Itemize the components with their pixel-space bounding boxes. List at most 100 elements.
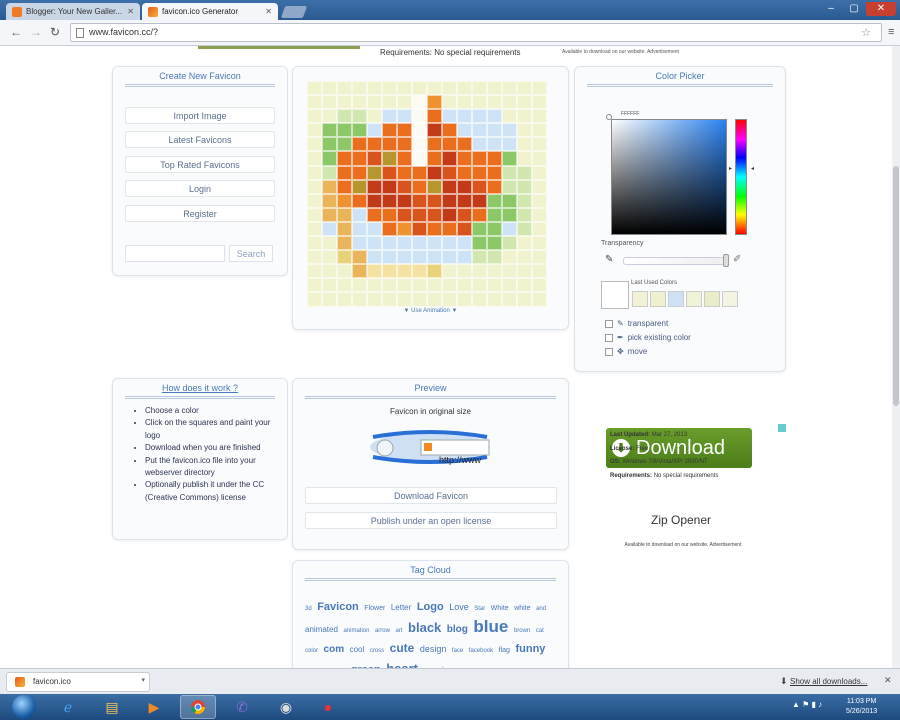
grid-cell[interactable] (322, 95, 337, 110)
grid-cell[interactable] (517, 236, 532, 251)
grid-cell[interactable] (307, 95, 322, 110)
grid-cell[interactable] (412, 264, 427, 279)
tag-link[interactable]: facebook (469, 648, 493, 654)
saturation-value-field[interactable] (611, 119, 727, 235)
grid-cell[interactable] (367, 151, 382, 166)
grid-cell[interactable] (337, 250, 352, 265)
tag-link[interactable]: Flower (364, 605, 385, 612)
top-rated-favicons-button[interactable]: Top Rated Favicons (125, 156, 275, 173)
grid-cell[interactable] (532, 264, 547, 279)
grid-cell[interactable] (532, 278, 547, 293)
grid-cell[interactable] (457, 151, 472, 166)
grid-cell[interactable] (472, 179, 487, 194)
grid-cell[interactable] (517, 123, 532, 138)
grid-cell[interactable] (307, 151, 322, 166)
grid-cell[interactable] (367, 165, 382, 180)
grid-cell[interactable] (517, 264, 532, 279)
grid-cell[interactable] (472, 123, 487, 138)
grid-cell[interactable] (532, 179, 547, 194)
grid-cell[interactable] (337, 123, 352, 138)
grid-cell[interactable] (322, 151, 337, 166)
grid-cell[interactable] (487, 236, 502, 251)
grid-cell[interactable] (427, 250, 442, 265)
grid-cell[interactable] (412, 179, 427, 194)
grid-cell[interactable] (532, 151, 547, 166)
grid-cell[interactable] (352, 278, 367, 293)
grid-cell[interactable] (442, 179, 457, 194)
grid-cell[interactable] (442, 137, 457, 152)
grid-cell[interactable] (442, 165, 457, 180)
ad-product-name[interactable]: Zip Opener (606, 513, 756, 527)
grid-cell[interactable] (427, 81, 442, 96)
file-explorer-icon[interactable]: ▤ (94, 695, 130, 719)
grid-cell[interactable] (352, 95, 367, 110)
grid-cell[interactable] (337, 193, 352, 208)
grid-cell[interactable] (487, 95, 502, 110)
grid-cell[interactable] (352, 81, 367, 96)
grid-cell[interactable] (307, 264, 322, 279)
grid-cell[interactable] (502, 165, 517, 180)
tag-link[interactable]: blog (447, 624, 468, 635)
grid-cell[interactable] (487, 81, 502, 96)
grid-cell[interactable] (487, 137, 502, 152)
tag-link[interactable]: Star (474, 606, 485, 612)
grid-cell[interactable] (397, 109, 412, 124)
media-app-icon[interactable]: ◉ (268, 695, 304, 719)
grid-cell[interactable] (367, 123, 382, 138)
grid-cell[interactable] (487, 165, 502, 180)
grid-cell[interactable] (337, 95, 352, 110)
search-button[interactable]: Search (229, 245, 273, 262)
grid-cell[interactable] (367, 278, 382, 293)
use-animation-link[interactable]: ▼ Use Animation ▼ (293, 308, 568, 314)
grid-cell[interactable] (457, 179, 472, 194)
grid-cell[interactable] (472, 236, 487, 251)
grid-cell[interactable] (457, 292, 472, 307)
grid-cell[interactable] (382, 81, 397, 96)
transparent-checkbox[interactable] (605, 319, 613, 328)
tag-link[interactable]: cat (536, 628, 544, 634)
grid-cell[interactable] (412, 193, 427, 208)
scrollbar-thumb[interactable] (893, 166, 899, 406)
grid-cell[interactable] (442, 123, 457, 138)
tag-link[interactable]: Favicon (317, 601, 359, 613)
grid-cell[interactable] (382, 179, 397, 194)
grid-cell[interactable] (517, 95, 532, 110)
grid-cell[interactable] (472, 137, 487, 152)
grid-cell[interactable] (352, 179, 367, 194)
tab-favicon-generator[interactable]: favicon.ico Generator ✕ (142, 3, 278, 20)
grid-cell[interactable] (367, 193, 382, 208)
grid-cell[interactable] (532, 123, 547, 138)
grid-cell[interactable] (382, 165, 397, 180)
grid-cell[interactable] (367, 221, 382, 237)
grid-cell[interactable] (502, 236, 517, 251)
grid-cell[interactable] (382, 95, 397, 110)
grid-cell[interactable] (442, 236, 457, 251)
grid-cell[interactable] (442, 193, 457, 208)
tag-link[interactable]: art (396, 628, 403, 634)
option-transparent[interactable]: ✎ transparent (605, 319, 668, 328)
grid-cell[interactable] (322, 137, 337, 152)
chrome-menu-icon[interactable]: ≡ (888, 26, 894, 38)
grid-cell[interactable] (382, 250, 397, 265)
grid-cell[interactable] (382, 137, 397, 152)
grid-cell[interactable] (382, 236, 397, 251)
grid-cell[interactable] (427, 179, 442, 194)
grid-cell[interactable] (472, 292, 487, 307)
grid-cell[interactable] (472, 109, 487, 124)
tag-link[interactable]: color (305, 648, 318, 654)
grid-cell[interactable] (307, 165, 322, 180)
grid-cell[interactable] (517, 81, 532, 96)
grid-cell[interactable] (427, 193, 442, 208)
grid-cell[interactable] (472, 151, 487, 166)
grid-cell[interactable] (487, 193, 502, 208)
grid-cell[interactable] (412, 95, 427, 110)
grid-cell[interactable] (307, 109, 322, 124)
maximize-button[interactable]: ▢ (843, 2, 865, 16)
register-button[interactable]: Register (125, 205, 275, 222)
grid-cell[interactable] (472, 278, 487, 293)
grid-cell[interactable] (322, 278, 337, 293)
tag-link[interactable]: White (491, 605, 509, 612)
how-it-works-title[interactable]: How does it work ? (125, 379, 275, 399)
media-player-icon[interactable]: ▶ (136, 695, 172, 719)
tag-link[interactable]: cute (390, 641, 415, 655)
